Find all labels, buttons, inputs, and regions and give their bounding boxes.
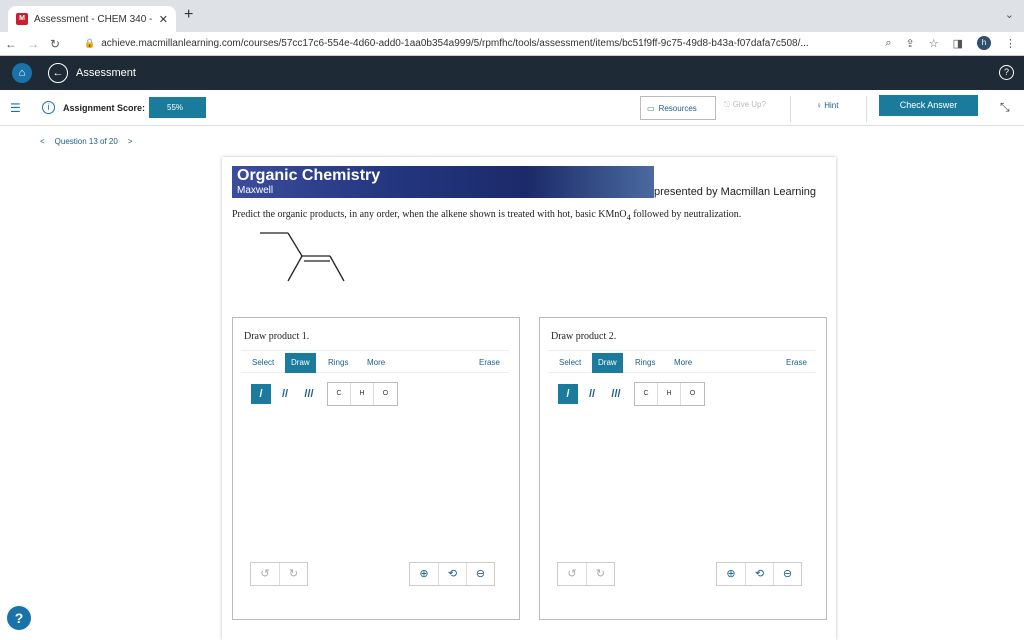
presented-by: presented by Macmillan Learning bbox=[654, 186, 817, 198]
zoom-in-icon[interactable]: ⊕ bbox=[717, 563, 745, 585]
sketcher-tabs: Select Draw Rings More Erase bbox=[548, 350, 816, 373]
tab-rings[interactable]: Rings bbox=[635, 353, 655, 373]
lock-icon: 🔒 bbox=[84, 38, 96, 48]
triple-bond-icon[interactable]: /// bbox=[606, 384, 626, 404]
give-up-button[interactable]: ⎋ Give Up? bbox=[724, 100, 766, 110]
assignment-score-label: Assignment Score: bbox=[63, 102, 146, 113]
info-icon[interactable]: i bbox=[42, 101, 55, 114]
zoom-group: ⊕ ⟲ ⊖ bbox=[409, 562, 495, 586]
undo-redo-group: ↺ ↻ bbox=[557, 562, 615, 586]
divider bbox=[866, 96, 867, 122]
tab-search-icon[interactable]: ⌄ bbox=[1005, 8, 1014, 21]
share-icon[interactable]: ⇪ bbox=[906, 37, 915, 50]
browser-tabbar: M Assessment - CHEM 340 - Sp ✕ + ⌄ bbox=[0, 0, 1024, 32]
url-field[interactable]: achieve.macmillanlearning.com/courses/57… bbox=[101, 38, 891, 49]
sidepanel-icon[interactable]: ◨ bbox=[953, 37, 963, 50]
back-arrow-icon[interactable]: ← bbox=[0, 37, 22, 51]
next-question-icon[interactable]: > bbox=[128, 137, 133, 146]
resources-icon: ▭ bbox=[647, 103, 655, 113]
zoom-reset-icon[interactable]: ⟲ bbox=[745, 563, 773, 585]
tab-draw[interactable]: Draw bbox=[592, 353, 623, 373]
draw-tools: / // /// C H O bbox=[558, 382, 705, 406]
atom-carbon-button[interactable]: C bbox=[635, 383, 658, 405]
sketcher-product-2[interactable]: Draw product 2. Select Draw Rings More E… bbox=[539, 317, 827, 620]
help-icon[interactable]: ? bbox=[999, 65, 1014, 80]
bookmark-star-icon[interactable]: ☆ bbox=[929, 37, 939, 50]
question-navigator: < Question 13 of 20 > bbox=[40, 137, 133, 146]
atom-hydrogen-button[interactable]: H bbox=[351, 383, 374, 405]
single-bond-icon[interactable]: / bbox=[558, 384, 578, 404]
atom-hydrogen-button[interactable]: H bbox=[658, 383, 681, 405]
banner-title: Organic Chemistry bbox=[237, 167, 381, 184]
hint-button[interactable]: ♀ Hint bbox=[816, 101, 838, 110]
score-bar: ☰ i Assignment Score: 55% bbox=[0, 90, 1024, 126]
triple-bond-icon[interactable]: /// bbox=[299, 384, 319, 404]
give-up-label: Give Up? bbox=[732, 100, 766, 109]
zoom-icon[interactable]: ⌕ bbox=[885, 37, 891, 50]
check-answer-button[interactable]: Check Answer bbox=[879, 95, 978, 116]
double-bond-icon[interactable]: // bbox=[582, 384, 602, 404]
zoom-in-icon[interactable]: ⊕ bbox=[410, 563, 438, 585]
sketcher-title: Draw product 2. bbox=[551, 331, 617, 342]
back-circle-icon[interactable]: ← bbox=[48, 63, 68, 83]
tab-erase[interactable]: Erase bbox=[786, 353, 807, 373]
address-bar: ← → ↻ 🔒 achieve.macmillanlearning.com/co… bbox=[0, 32, 1024, 56]
redo-icon[interactable]: ↻ bbox=[586, 563, 614, 585]
single-bond-icon[interactable]: / bbox=[251, 384, 271, 404]
undo-redo-group: ↺ ↻ bbox=[250, 562, 308, 586]
sketcher-tabs: Select Draw Rings More Erase bbox=[241, 350, 509, 373]
app-title: Assessment bbox=[76, 67, 136, 79]
browser-menu-icon[interactable]: ⋮ bbox=[1005, 37, 1016, 50]
alkene-structure bbox=[260, 232, 345, 282]
question-counter: Question 13 of 20 bbox=[54, 137, 118, 146]
fullscreen-icon[interactable]: ⤡ bbox=[1000, 100, 1010, 115]
close-tab-icon[interactable]: ✕ bbox=[159, 13, 168, 26]
reload-icon[interactable]: ↻ bbox=[44, 37, 66, 51]
home-icon[interactable]: ⌂ bbox=[12, 63, 32, 83]
tab-more[interactable]: More bbox=[674, 353, 692, 373]
tab-draw[interactable]: Draw bbox=[285, 353, 316, 373]
atom-oxygen-button[interactable]: O bbox=[681, 383, 704, 405]
sketcher-product-1[interactable]: Draw product 1. Select Draw Rings More E… bbox=[232, 317, 520, 620]
textbook-banner: Organic Chemistry Maxwell bbox=[232, 166, 654, 198]
draw-tools: / // /// C H O bbox=[251, 382, 398, 406]
question-text-end: followed by neutralization. bbox=[630, 209, 742, 220]
zoom-reset-icon[interactable]: ⟲ bbox=[438, 563, 466, 585]
sketcher-title: Draw product 1. bbox=[244, 331, 310, 342]
redo-icon[interactable]: ↻ bbox=[279, 563, 307, 585]
divider bbox=[790, 96, 791, 122]
question-text-main: Predict the organic products, in any ord… bbox=[232, 209, 627, 220]
zoom-group: ⊕ ⟲ ⊖ bbox=[716, 562, 802, 586]
zoom-out-icon[interactable]: ⊖ bbox=[466, 563, 494, 585]
profile-avatar[interactable]: h bbox=[977, 36, 991, 50]
resources-button[interactable]: ▭ Resources bbox=[640, 96, 716, 120]
prev-question-icon[interactable]: < bbox=[40, 137, 45, 146]
question-text: Predict the organic products, in any ord… bbox=[232, 209, 741, 222]
tab-more[interactable]: More bbox=[367, 353, 385, 373]
atom-oxygen-button[interactable]: O bbox=[374, 383, 397, 405]
banner-author: Maxwell bbox=[237, 185, 274, 196]
tab-select[interactable]: Select bbox=[252, 353, 274, 373]
help-fab-icon[interactable]: ? bbox=[7, 606, 31, 630]
lightbulb-icon: ♀ bbox=[816, 101, 822, 110]
hint-label: Hint bbox=[824, 101, 839, 110]
undo-icon[interactable]: ↺ bbox=[251, 563, 279, 585]
browser-tab[interactable]: M Assessment - CHEM 340 - Sp ✕ bbox=[8, 6, 176, 32]
tab-title: Assessment - CHEM 340 - Sp bbox=[34, 13, 155, 25]
new-tab-icon[interactable]: + bbox=[184, 6, 193, 24]
zoom-out-icon[interactable]: ⊖ bbox=[773, 563, 801, 585]
assignment-score-value: 55% bbox=[149, 97, 207, 118]
atom-carbon-button[interactable]: C bbox=[328, 383, 351, 405]
macmillan-favicon-icon: M bbox=[16, 13, 28, 25]
question-list-icon[interactable]: ☰ bbox=[10, 101, 30, 115]
tab-select[interactable]: Select bbox=[559, 353, 581, 373]
double-bond-icon[interactable]: // bbox=[275, 384, 295, 404]
app-header: ⌂ ← Assessment ? bbox=[0, 56, 1024, 90]
undo-icon[interactable]: ↺ bbox=[558, 563, 586, 585]
tab-rings[interactable]: Rings bbox=[328, 353, 348, 373]
forward-arrow-icon[interactable]: → bbox=[22, 37, 44, 51]
tab-erase[interactable]: Erase bbox=[479, 353, 500, 373]
resources-label: Resources bbox=[658, 103, 697, 113]
